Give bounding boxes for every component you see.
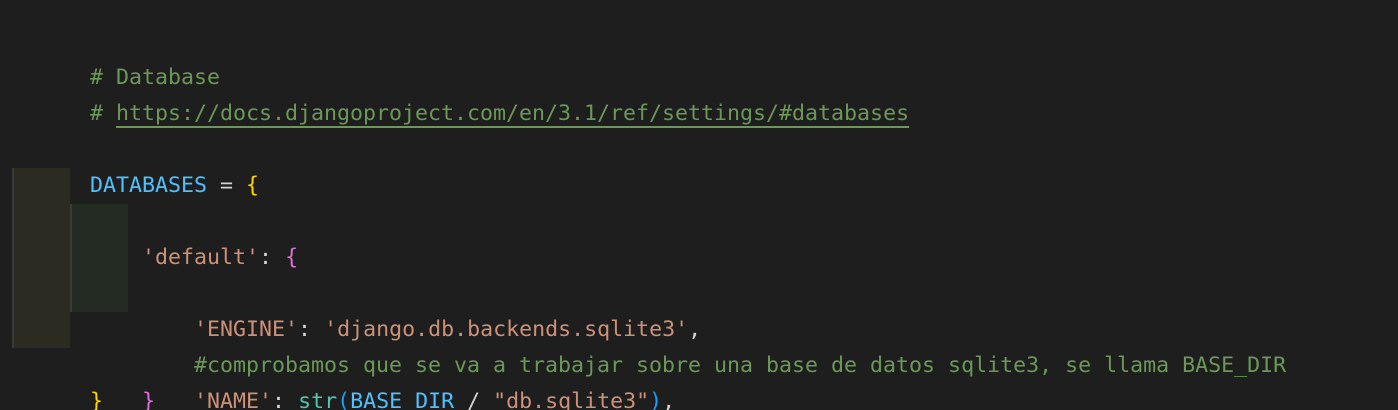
indent-guide-level-1 xyxy=(12,312,70,348)
db-filename-string: "db.sqlite3" xyxy=(493,389,650,410)
colon: : xyxy=(272,389,299,410)
indent-guide-level-1 xyxy=(12,168,70,204)
code-line-1: # Database xyxy=(12,24,1286,90)
code-line-2: # https://docs.djangoproject.com/en/3.1/… xyxy=(12,60,1286,126)
base-dir-identifier: BASE_DIR xyxy=(350,389,455,410)
close-paren: ) xyxy=(649,389,663,410)
code-line-8: 'NAME': str(BASE_DIR / "db.sqlite3"), xyxy=(12,276,1286,410)
divide-operator: / xyxy=(454,389,494,410)
indent-guide-level-2 xyxy=(70,276,128,312)
code-line-10: } xyxy=(12,348,1286,410)
str-function: str xyxy=(298,389,338,410)
indent-guide-level-1 xyxy=(12,204,70,240)
close-brace-outer: } xyxy=(90,389,104,410)
indent-guide-level-2 xyxy=(70,240,128,276)
code-line-7: #comprobamos que se va a trabajar sobre … xyxy=(12,240,1286,378)
indent-guide-level-1 xyxy=(12,240,70,276)
code-editor[interactable]: # Database # https://docs.djangoproject.… xyxy=(0,0,1398,410)
code-line-5: 'default': { xyxy=(12,168,1286,270)
code-area[interactable]: # Database # https://docs.djangoproject.… xyxy=(12,24,1286,410)
indent-guide-level-1 xyxy=(12,276,70,312)
code-line-4: DATABASES = { xyxy=(12,132,1286,198)
open-paren: ( xyxy=(337,389,351,410)
comma: , xyxy=(662,389,676,410)
indent-guide-level-2 xyxy=(70,204,128,240)
close-brace-inner: } xyxy=(142,389,156,410)
code-line-9: } xyxy=(12,312,1286,410)
code-line-6: 'ENGINE': 'django.db.backends.sqlite3', xyxy=(12,204,1286,342)
name-key: 'NAME' xyxy=(194,389,273,410)
